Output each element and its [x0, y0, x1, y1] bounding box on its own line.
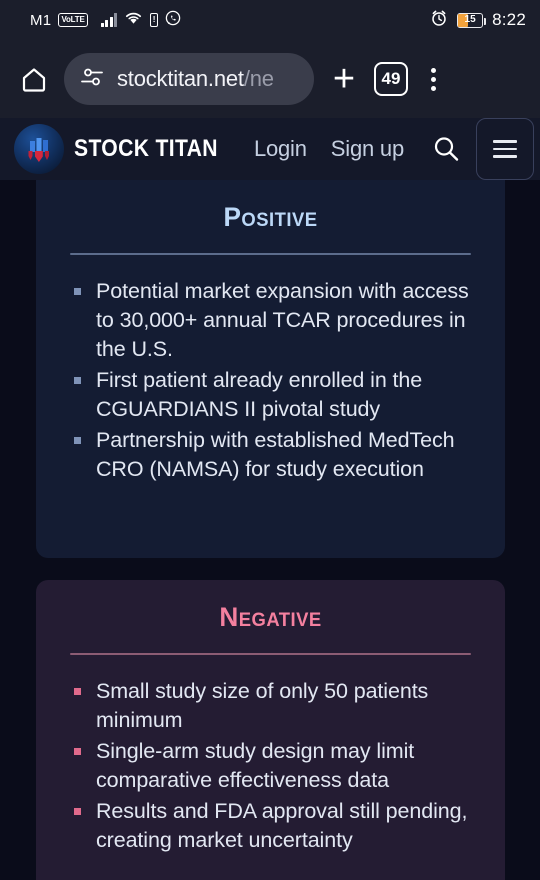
stock-titan-logo-icon[interactable]	[14, 124, 64, 174]
tab-switcher-button[interactable]: 49	[374, 62, 408, 96]
site-header: STOCK TITAN Login Sign up	[0, 118, 540, 180]
positive-card-divider	[70, 253, 471, 255]
negative-highlights-card: Negative Small study size of only 50 pat…	[36, 580, 505, 880]
search-icon[interactable]	[428, 131, 464, 167]
hamburger-menu-button[interactable]	[476, 118, 534, 180]
status-bar-right-cluster: 15 8:22	[430, 9, 526, 32]
hamburger-icon	[493, 140, 517, 158]
brand-name[interactable]: STOCK TITAN	[74, 135, 218, 163]
negative-bullet-list: Small study size of only 50 patients min…	[36, 677, 505, 855]
battery-alert-icon	[150, 13, 159, 27]
battery-level-icon: 15	[457, 12, 487, 28]
status-bar-clock: 8:22	[492, 10, 526, 29]
address-bar[interactable]: stocktitan.net/ne	[64, 53, 314, 105]
signup-link[interactable]: Sign up	[331, 136, 404, 162]
list-item: Single-arm study design may limit compar…	[70, 737, 483, 795]
browser-menu-icon[interactable]	[418, 59, 448, 99]
list-item: Results and FDA approval still pending, …	[70, 797, 483, 855]
list-item: First patient already enrolled in the CG…	[70, 366, 483, 424]
wifi-icon	[124, 10, 143, 30]
positive-bullet-list: Potential market expansion with access t…	[36, 277, 505, 484]
url-path: /ne	[243, 66, 274, 91]
alarm-clock-icon	[430, 9, 448, 32]
list-item: Small study size of only 50 patients min…	[70, 677, 483, 735]
whatsapp-icon	[165, 10, 181, 31]
browser-toolbar: stocktitan.net/ne + 49	[0, 40, 540, 118]
battery-percent-label: 15	[464, 14, 476, 25]
header-nav: Login Sign up	[254, 131, 472, 167]
negative-card-divider	[70, 653, 471, 655]
positive-card-title: Positive	[223, 202, 318, 232]
site-settings-icon[interactable]	[80, 66, 104, 93]
url-text: stocktitan.net/ne	[117, 66, 274, 92]
url-domain: stocktitan.net	[117, 66, 244, 91]
negative-card-title: Negative	[219, 602, 322, 632]
status-bar-left-cluster: M1 VoLTE	[14, 10, 430, 31]
positive-highlights-card: Positive Potential market expansion with…	[36, 180, 505, 558]
list-item: Potential market expansion with access t…	[70, 277, 483, 364]
home-button[interactable]	[14, 59, 54, 99]
list-item: Partnership with established MedTech CRO…	[70, 426, 483, 484]
page-content: Positive Potential market expansion with…	[0, 180, 540, 880]
login-link[interactable]: Login	[254, 136, 307, 162]
android-status-bar: M1 VoLTE ! 15 8:22	[0, 0, 540, 40]
volte-badge: VoLTE	[58, 13, 88, 27]
signal-strength-icon	[100, 13, 118, 27]
new-tab-button[interactable]: +	[324, 59, 364, 99]
carrier-label: M1	[30, 11, 52, 29]
